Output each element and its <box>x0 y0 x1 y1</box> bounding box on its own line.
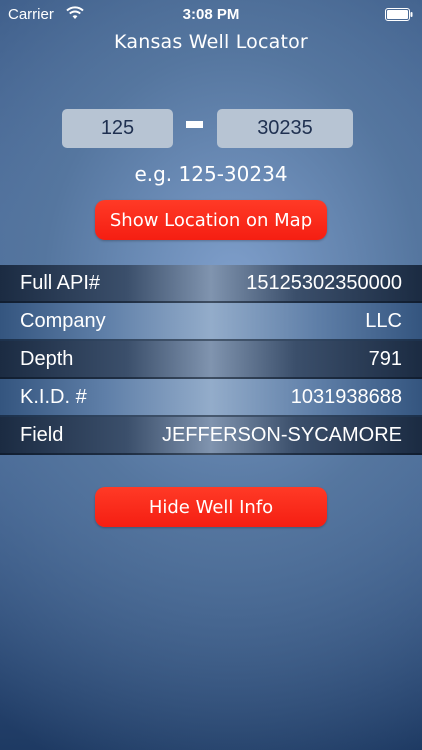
info-label: Company <box>20 310 106 332</box>
page-title: Kansas Well Locator <box>114 31 308 53</box>
info-value: 15125302350000 <box>246 272 402 294</box>
hide-info-button-label: Hide Well Info <box>148 496 274 518</box>
battery-icon <box>385 8 413 21</box>
info-label: Full API# <box>20 272 101 294</box>
info-row-depth: Depth 791 <box>0 341 422 379</box>
hide-well-info-button[interactable]: Hide Well Info <box>95 487 327 527</box>
info-row-field: Field JEFFERSON-SYCAMORE <box>0 417 422 455</box>
info-value: JEFFERSON-SYCAMORE <box>161 424 402 446</box>
info-label: K.I.D. # <box>20 386 87 408</box>
info-row-kid: K.I.D. # 1031938688 <box>0 379 422 417</box>
show-location-on-map-button[interactable]: Show Location on Map <box>95 200 327 240</box>
well-info-table: Full API# 15125302350000 Company LLC Dep… <box>0 265 422 455</box>
api-separator-dash <box>186 121 203 128</box>
info-value: LLC <box>365 310 402 332</box>
status-time: 3:08 PM <box>182 6 240 23</box>
info-row-full-api: Full API# 15125302350000 <box>0 265 422 303</box>
info-label: Depth <box>20 348 74 370</box>
well-number-input[interactable] <box>217 109 353 148</box>
status-bar: Carrier 3:08 PM <box>0 0 422 30</box>
info-value: 791 <box>368 348 402 370</box>
info-value: 1031938688 <box>290 386 402 408</box>
county-code-input[interactable] <box>62 109 173 148</box>
api-example-hint: e.g. 125-30234 <box>134 162 288 186</box>
info-label: Field <box>20 424 64 446</box>
info-row-company: Company LLC <box>0 303 422 341</box>
show-location-button-label: Show Location on Map <box>109 209 313 231</box>
